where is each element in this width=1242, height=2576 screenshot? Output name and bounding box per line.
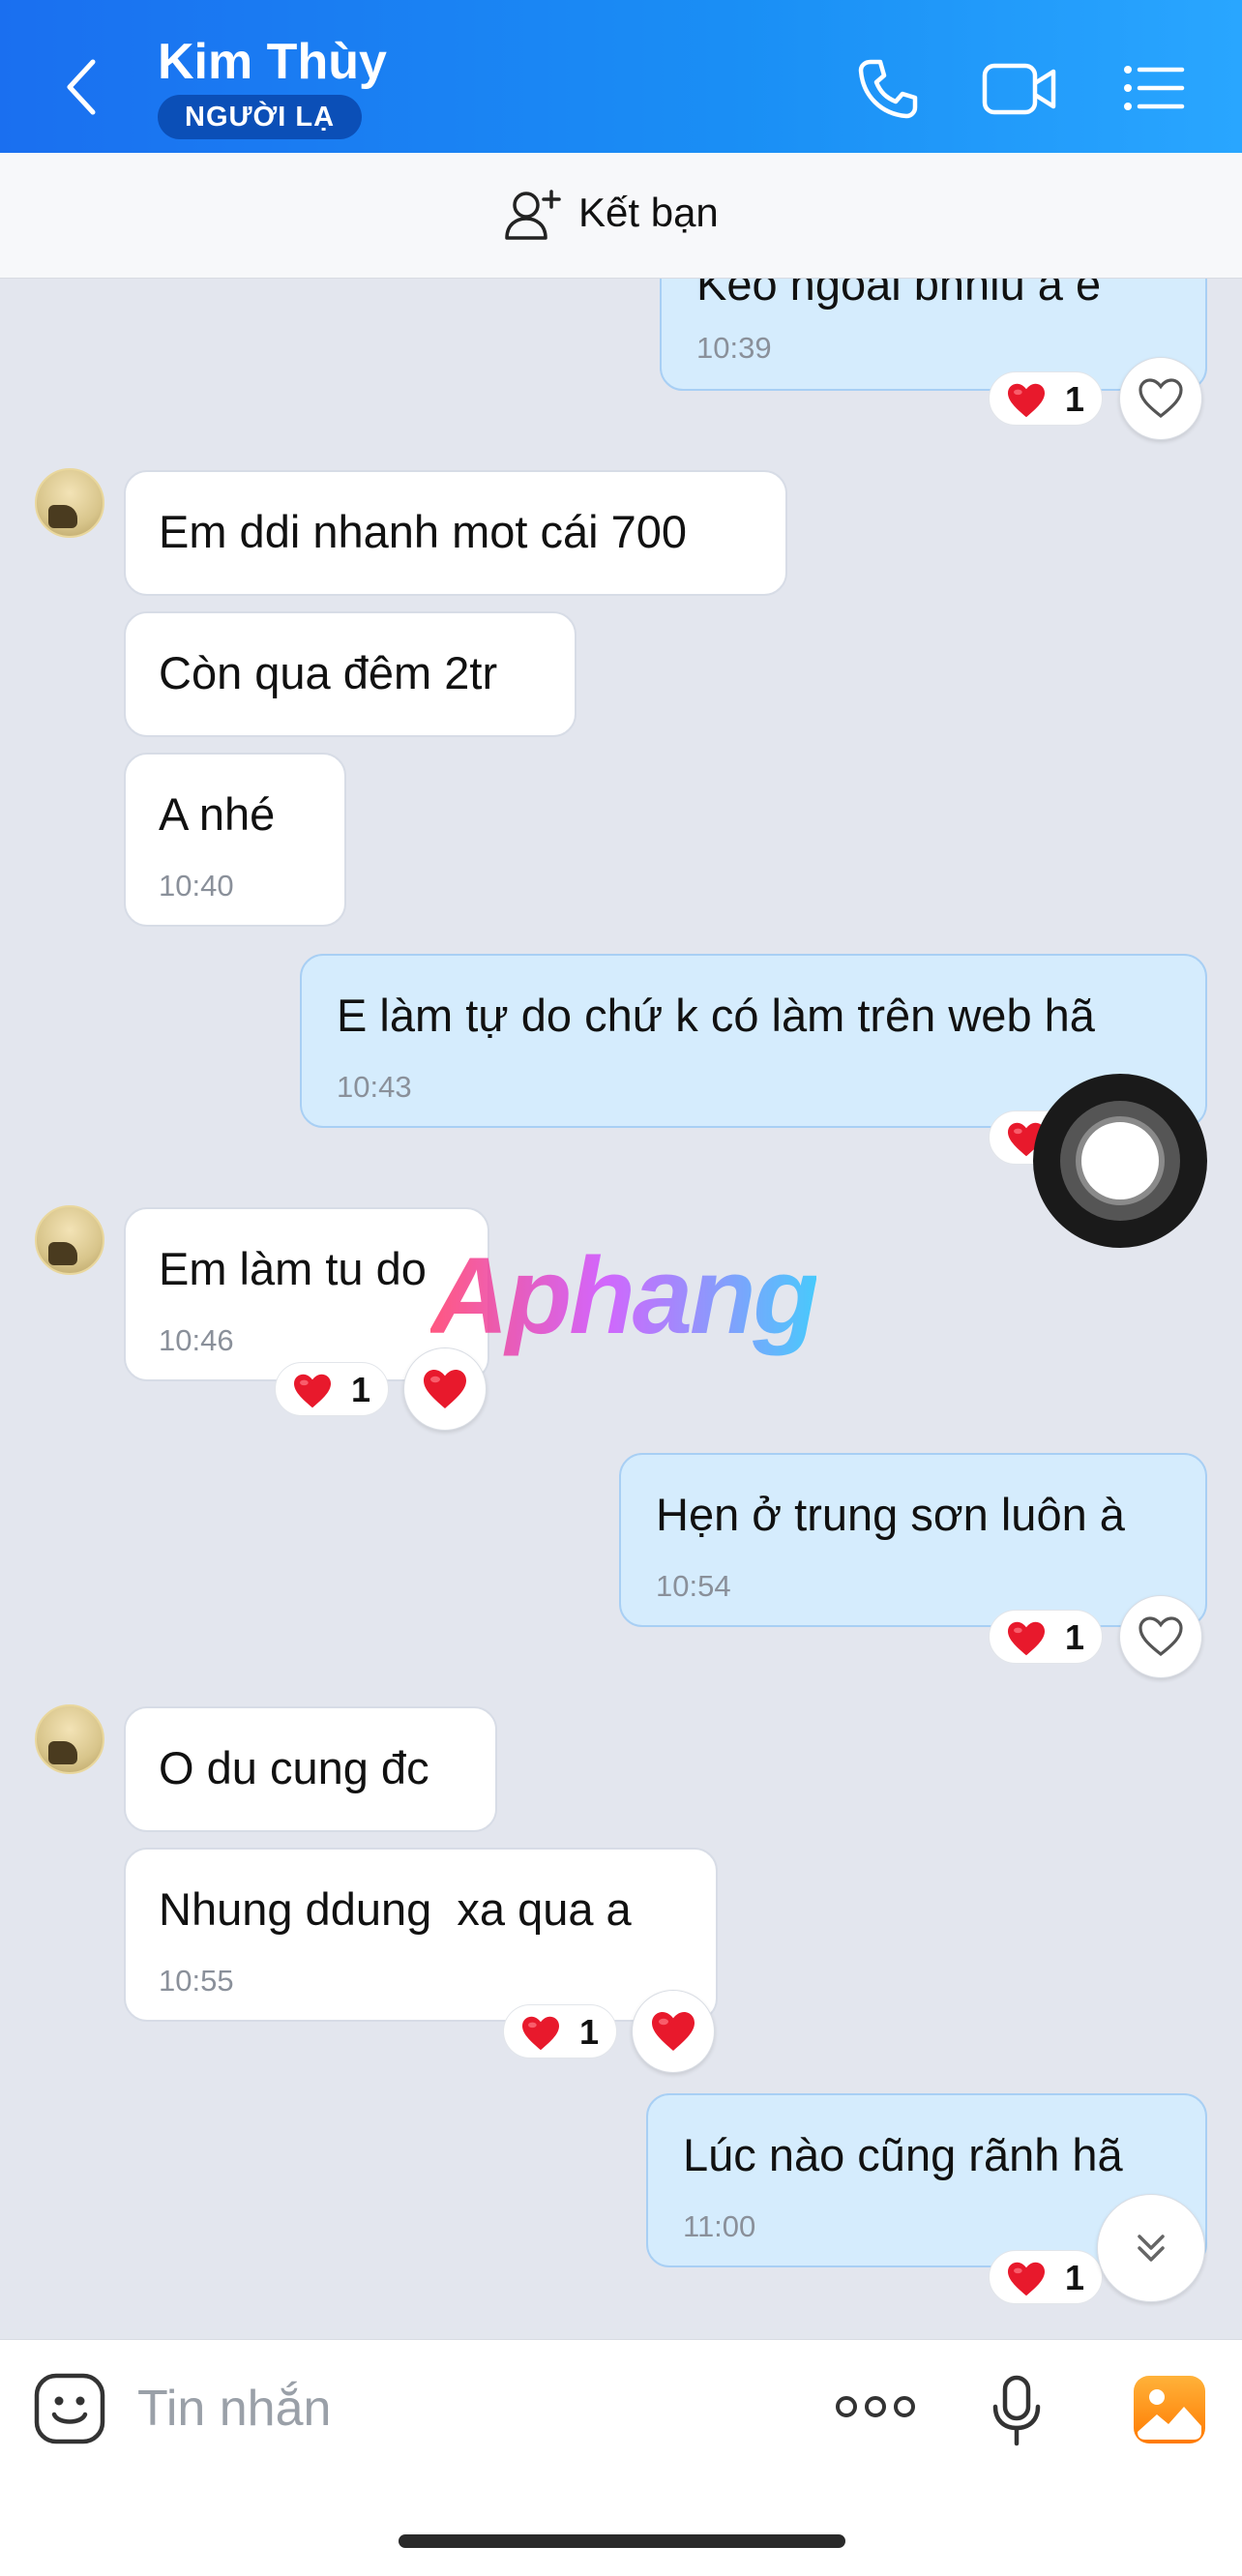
message-text: Em làm tu do: [159, 1243, 427, 1294]
react-button[interactable]: [632, 1990, 715, 2073]
message-time: 10:40: [159, 869, 234, 903]
message-text: Còn qua đêm 2tr: [159, 647, 498, 698]
message-text: O du cung đc: [159, 1742, 429, 1793]
message-time: 10:55: [159, 1964, 234, 1998]
microphone-icon[interactable]: [991, 2374, 1043, 2447]
react-button[interactable]: [403, 1347, 487, 1431]
menu-list-icon[interactable]: [1122, 64, 1186, 112]
message-input[interactable]: Tin nhắn: [137, 2380, 331, 2438]
contact-avatar[interactable]: [35, 468, 104, 538]
message-time: 10:46: [159, 1323, 234, 1357]
heart-icon: [519, 2015, 562, 2052]
message-text: E làm tự do chứ k có làm trên web hã: [337, 990, 1095, 1041]
react-button[interactable]: [1119, 1595, 1202, 1678]
message-text: Em ddi nhanh mot cái 700: [159, 506, 688, 557]
heart-icon: [422, 1368, 468, 1410]
assistive-touch-center: [1076, 1116, 1165, 1205]
message-text: A nhé: [159, 788, 276, 840]
message-bubble-incoming[interactable]: Còn qua đêm 2tr: [124, 611, 577, 737]
heart-outline-icon: [1138, 378, 1183, 419]
react-button[interactable]: [1119, 357, 1202, 440]
home-indicator: [399, 2534, 845, 2548]
message-bubble-incoming[interactable]: Nhung ddung xa qua a 10:55: [124, 1848, 718, 2022]
message-text: Nhung ddung xa qua a: [159, 1883, 632, 1935]
reaction-count: 1: [1065, 2258, 1085, 2297]
image-gallery-icon[interactable]: [1132, 2374, 1207, 2445]
contact-avatar[interactable]: [35, 1704, 104, 1774]
watermark: Aphang: [430, 1235, 819, 1356]
heart-icon: [1005, 382, 1048, 419]
contact-name[interactable]: Kim Thùy: [158, 33, 387, 91]
message-time: 10:43: [337, 1070, 412, 1104]
reaction-count-pill[interactable]: 1: [989, 371, 1104, 426]
message-time: 10:39: [696, 331, 772, 365]
more-options-icon[interactable]: [834, 2391, 917, 2422]
heart-icon: [1005, 2261, 1048, 2297]
add-friend-icon[interactable]: [503, 188, 563, 242]
reaction-count-pill[interactable]: 1: [503, 2004, 618, 2058]
heart-outline-icon: [1138, 1616, 1183, 1657]
back-icon[interactable]: [60, 56, 103, 118]
message-time: 11:00: [683, 2209, 756, 2243]
message-time: 10:54: [656, 1569, 731, 1603]
emoji-icon[interactable]: [33, 2372, 106, 2445]
stranger-badge: NGƯỜI LẠ: [158, 95, 363, 139]
heart-icon: [291, 1373, 334, 1409]
reaction-count-pill[interactable]: 1: [275, 1362, 390, 1416]
message-text: Lúc nào cũng rãnh hã: [683, 2129, 1123, 2180]
message-bubble-incoming[interactable]: O du cung đc: [124, 1706, 497, 1832]
message-text: Hẹn ở trung sơn luôn à: [656, 1489, 1125, 1540]
reaction-count-pill[interactable]: 1: [989, 2250, 1104, 2304]
add-friend-button[interactable]: Kết bạn: [578, 190, 719, 236]
reaction-count: 1: [579, 2012, 600, 2052]
reaction-count: 1: [351, 1370, 371, 1409]
heart-icon: [650, 2010, 696, 2053]
message-bubble-outgoing[interactable]: Hẹn ở trung sơn luôn à 10:54: [619, 1453, 1207, 1627]
heart-icon: [1005, 1620, 1048, 1657]
contact-avatar[interactable]: [35, 1205, 104, 1275]
video-call-icon[interactable]: [982, 60, 1057, 118]
reaction-count-pill[interactable]: 1: [989, 1610, 1104, 1664]
reaction-count: 1: [1065, 379, 1085, 419]
message-bubble-incoming[interactable]: A nhé 10:40: [124, 753, 346, 927]
scroll-to-bottom-button[interactable]: [1097, 2194, 1205, 2302]
message-bubble-incoming[interactable]: Em ddi nhanh mot cái 700: [124, 470, 787, 596]
reaction-count: 1: [1065, 1617, 1085, 1657]
assistive-touch-button[interactable]: [1033, 1074, 1207, 1248]
assistive-touch-ring: [1060, 1101, 1180, 1221]
double-chevron-down-icon: [1138, 2235, 1165, 2262]
phone-icon[interactable]: [853, 56, 921, 124]
